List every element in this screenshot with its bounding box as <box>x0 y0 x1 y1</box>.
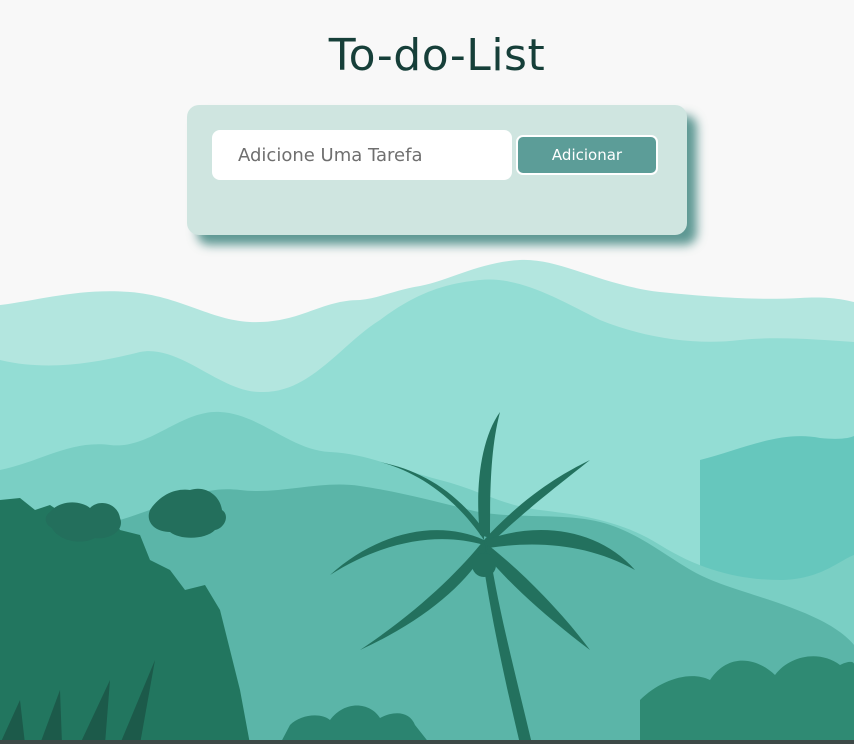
page-title: To-do-List <box>328 30 546 81</box>
todo-page: To-do-List Adicionar <box>0 0 854 744</box>
bottom-edge-bar <box>0 740 854 744</box>
task-form-card: Adicionar <box>187 105 687 235</box>
task-input[interactable] <box>212 130 512 180</box>
add-task-button[interactable]: Adicionar <box>516 135 658 175</box>
